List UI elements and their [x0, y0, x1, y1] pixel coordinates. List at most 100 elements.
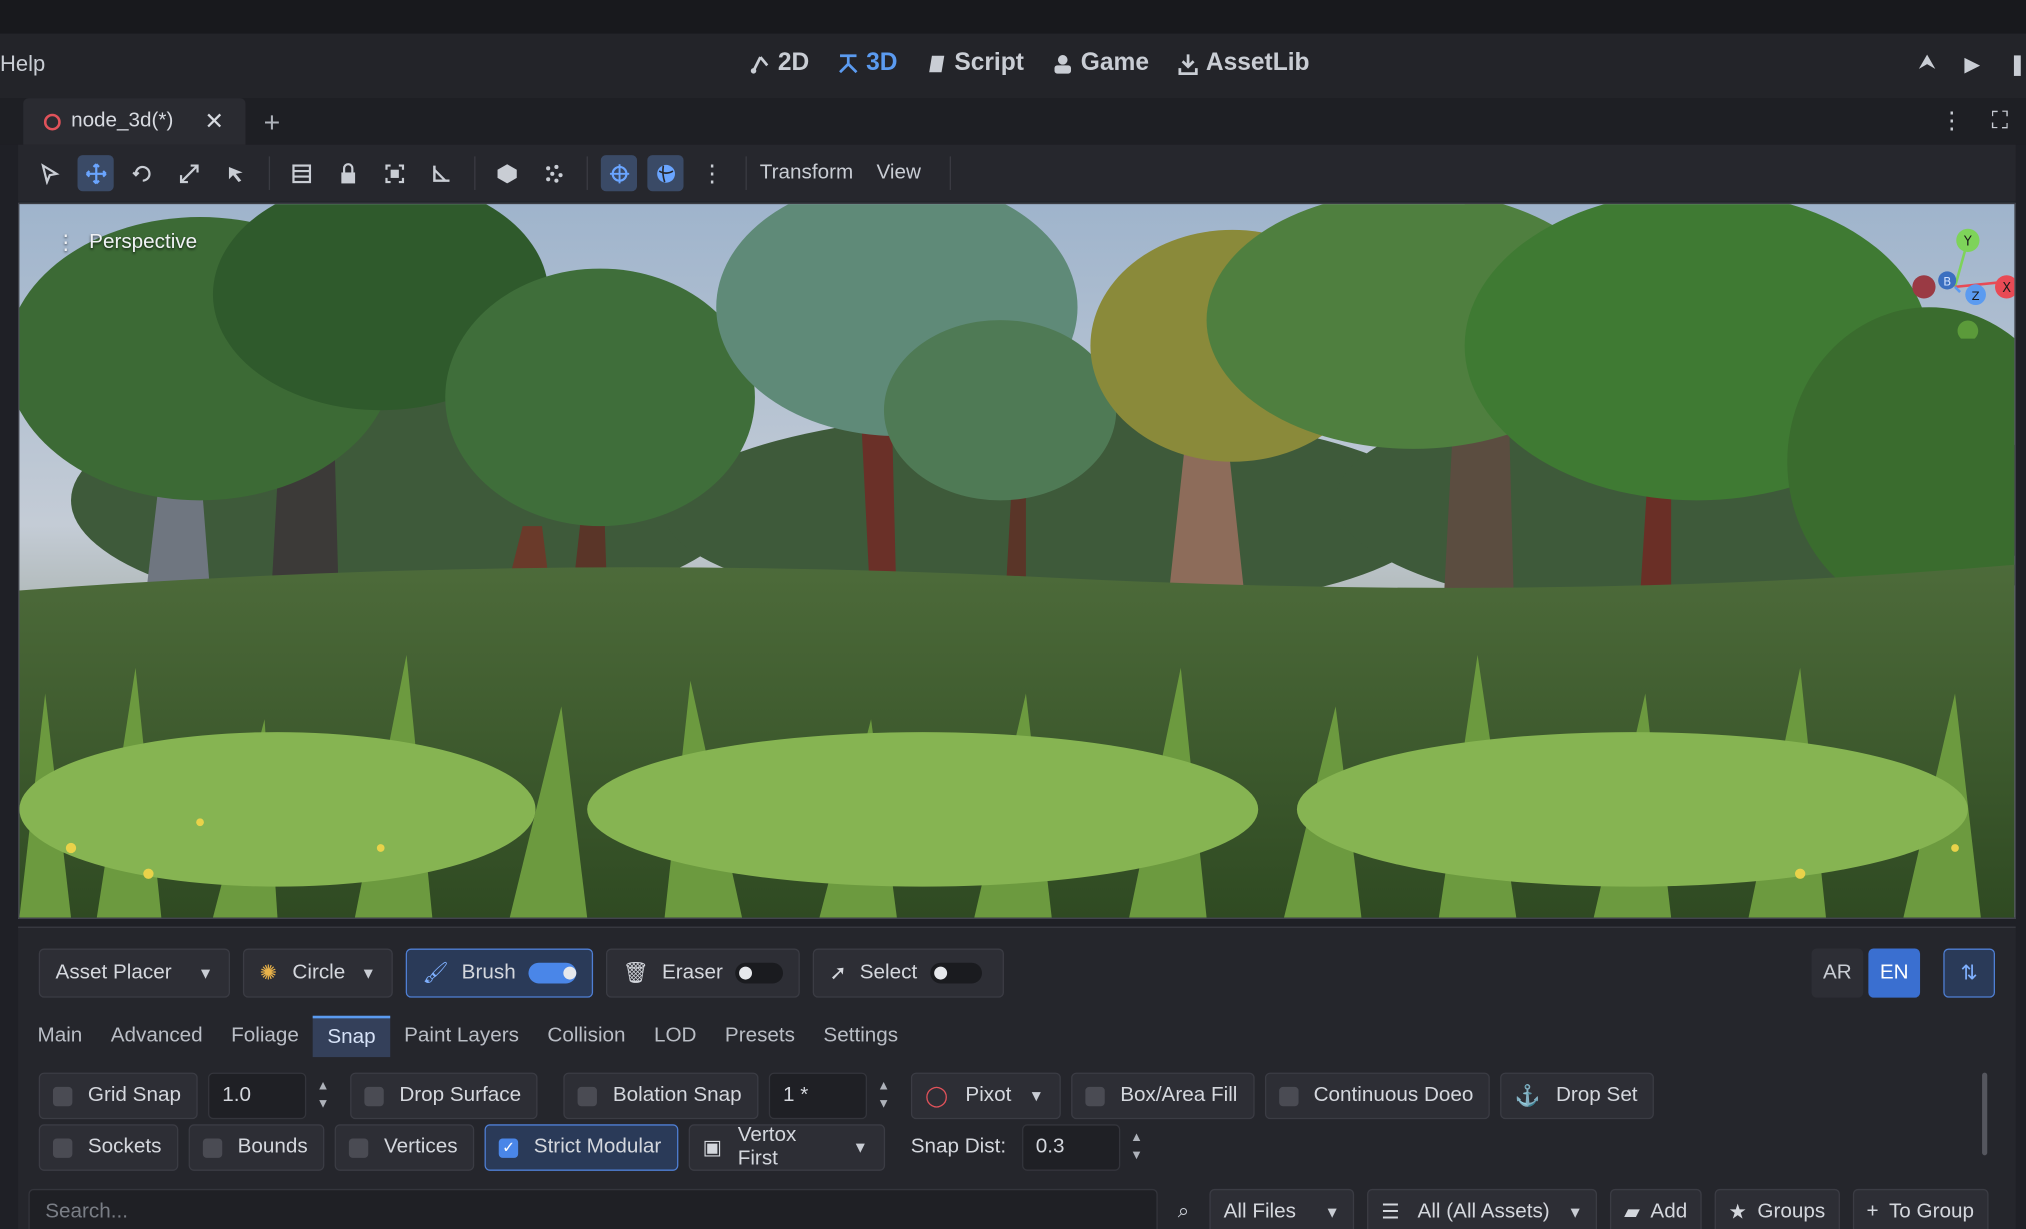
remote-debug-icon[interactable]: ⮝ — [1918, 52, 1936, 78]
shape-dropdown[interactable]: ✺ Circle ▼ — [242, 948, 393, 998]
select-mode-button[interactable] — [31, 155, 67, 191]
transform-menu[interactable]: Transform — [760, 162, 853, 185]
workspace-script[interactable]: Script — [926, 49, 1024, 77]
brush-icon: 🖌 — [422, 962, 449, 985]
mesh-button[interactable] — [488, 155, 524, 191]
snap-button[interactable] — [647, 155, 684, 192]
tab-collision[interactable]: Collision — [533, 1016, 640, 1057]
rotate-icon — [131, 165, 150, 182]
chevron-up-icon[interactable]: ▲ — [317, 1078, 340, 1096]
checkbox-icon — [52, 1137, 73, 1158]
ruler-button[interactable] — [423, 155, 459, 191]
group-icon — [384, 163, 404, 183]
workspace-assetlib[interactable]: AssetLib — [1177, 49, 1310, 77]
eraser-toggle[interactable]: 🗑 Eraser — [605, 948, 800, 998]
tab-advanced[interactable]: Advanced — [97, 1016, 217, 1057]
drop-surface-checkbox[interactable]: Drop Surface — [350, 1072, 538, 1120]
vertices-checkbox[interactable]: Vertices — [334, 1124, 475, 1171]
sockets-checkbox[interactable]: Sockets — [38, 1124, 179, 1171]
perspective-label: Perspective — [89, 231, 198, 254]
tab-snap[interactable]: Snap — [313, 1015, 390, 1058]
trash-icon: 🗑 — [622, 962, 650, 985]
bounds-label: Bounds — [237, 1135, 308, 1158]
play-icon[interactable]: ▶ — [1964, 52, 1980, 78]
mode-dropdown-label: Asset Placer — [55, 961, 172, 984]
grid-snap-checkbox[interactable]: Grid Snap — [38, 1072, 198, 1120]
axis-gizmo[interactable]: Y X B Z — [1890, 215, 2015, 339]
mode-dropdown[interactable]: Asset Placer ▼ — [38, 948, 230, 998]
file-filter-label: All Files — [1223, 1200, 1296, 1223]
pointer-button[interactable] — [217, 155, 253, 191]
circle-brush-icon: ✺ — [259, 962, 278, 985]
3d-viewport[interactable]: ⋮ Perspective Y X B Z — [18, 202, 2016, 919]
distraction-free-icon[interactable]: ⛶ — [1992, 107, 2008, 134]
chevron-up-icon[interactable]: ▲ — [877, 1078, 900, 1096]
star-icon: ★ — [1728, 1201, 1748, 1224]
vertex-first-dropdown[interactable]: ▣ Vertox First ▼ — [688, 1124, 885, 1171]
continuous-drop-checkbox[interactable]: Continuous Doeo — [1264, 1072, 1491, 1120]
box-fill-checkbox[interactable]: Box/Area Fill — [1071, 1072, 1255, 1120]
rotation-snap-value-input[interactable]: 1 * — [768, 1072, 867, 1120]
snap-dist-input[interactable]: 0.3 — [1021, 1124, 1120, 1171]
add-tab-icon[interactable]: + — [264, 106, 281, 140]
close-icon[interactable]: ✕ — [204, 108, 224, 135]
perspective-menu[interactable]: ⋮ Perspective — [56, 230, 198, 256]
search-icon[interactable]: ⌕ — [1171, 1201, 1197, 1224]
chevron-up-icon[interactable]: ▲ — [1130, 1129, 1153, 1147]
select-switch[interactable] — [930, 962, 982, 984]
pause-icon[interactable]: ❚ — [2009, 52, 2026, 78]
drop-set-button[interactable]: ⚓ Drop Set — [1500, 1072, 1655, 1120]
panel-scrollbar[interactable] — [1982, 1072, 1988, 1156]
brush-switch[interactable] — [528, 962, 577, 984]
pivot-dropdown[interactable]: ◯ Pixot ▼ — [910, 1072, 1061, 1120]
groups-button[interactable]: ★ Groups — [1714, 1188, 1840, 1229]
view-menu[interactable]: View — [876, 162, 920, 185]
grid-snap-value-input[interactable]: 1.0 — [208, 1072, 307, 1120]
select-toggle[interactable]: ➚ Select — [812, 948, 1004, 998]
workspace-game[interactable]: Game — [1052, 49, 1149, 77]
tab-main[interactable]: Main — [23, 1016, 96, 1057]
file-filter-dropdown[interactable]: All Files ▼ — [1209, 1188, 1355, 1229]
asset-search-input[interactable]: Search... — [28, 1188, 1158, 1229]
tab-lod[interactable]: LOD — [640, 1016, 711, 1057]
local-space-button[interactable] — [600, 155, 638, 192]
rotation-snap-label: Bolation Snap — [612, 1084, 742, 1107]
workspace-2d[interactable]: 2D — [749, 49, 809, 77]
list-button[interactable] — [283, 155, 319, 191]
asset-filter-dropdown[interactable]: ☰ All (All Assets) ▼ — [1367, 1188, 1598, 1229]
tab-presets[interactable]: Presets — [711, 1016, 810, 1057]
tab-paint-layers[interactable]: Paint Layers — [390, 1016, 533, 1057]
globe-icon — [656, 164, 675, 183]
group-button[interactable] — [376, 155, 412, 191]
workspace-3d[interactable]: 3D — [838, 49, 897, 77]
toolbar-more-button[interactable]: ⋮ — [694, 155, 730, 191]
sort-tool-button[interactable]: ⇅ — [1943, 948, 1996, 998]
grid-snap-stepper[interactable]: ▲ ▼ — [317, 1073, 340, 1120]
chevron-down-icon[interactable]: ▼ — [317, 1096, 340, 1114]
scene-tab-node3d[interactable]: node_3d(*) ✕ — [23, 98, 246, 145]
move-mode-button[interactable] — [77, 155, 114, 192]
strict-modular-checkbox[interactable]: ✓ Strict Modular — [484, 1124, 679, 1171]
add-button[interactable]: ▰ Add — [1609, 1188, 1702, 1229]
tab-settings[interactable]: Settings — [809, 1016, 912, 1057]
scale-mode-button[interactable] — [171, 155, 207, 191]
chevron-down-icon[interactable]: ▼ — [877, 1096, 900, 1114]
tab-foliage[interactable]: Foliage — [217, 1016, 313, 1057]
more-options-icon[interactable]: ⋮ — [1940, 107, 1963, 134]
rotation-snap-checkbox[interactable]: Bolation Snap — [563, 1072, 759, 1120]
particles-button[interactable] — [535, 155, 571, 191]
to-group-button[interactable]: + To Group — [1852, 1188, 1989, 1229]
rotation-snap-stepper[interactable]: ▲ ▼ — [877, 1073, 900, 1120]
menu-help[interactable]: Help — [0, 52, 45, 78]
eraser-switch[interactable] — [735, 962, 784, 984]
brush-toggle[interactable]: 🖌 Brush — [405, 948, 594, 998]
bounds-checkbox[interactable]: Bounds — [188, 1124, 325, 1171]
lang-en-button[interactable]: EN — [1868, 948, 1921, 998]
lang-ar-button[interactable]: AR — [1811, 948, 1864, 998]
snap-dist-stepper[interactable]: ▲ ▼ — [1130, 1124, 1153, 1171]
lock-button[interactable] — [329, 155, 365, 191]
tab-bar-tools: ⋮ ⛶ — [1940, 107, 2008, 134]
rotate-mode-button[interactable] — [124, 155, 160, 191]
chevron-down-icon[interactable]: ▼ — [1130, 1148, 1153, 1166]
grass-mid — [19, 732, 1968, 887]
